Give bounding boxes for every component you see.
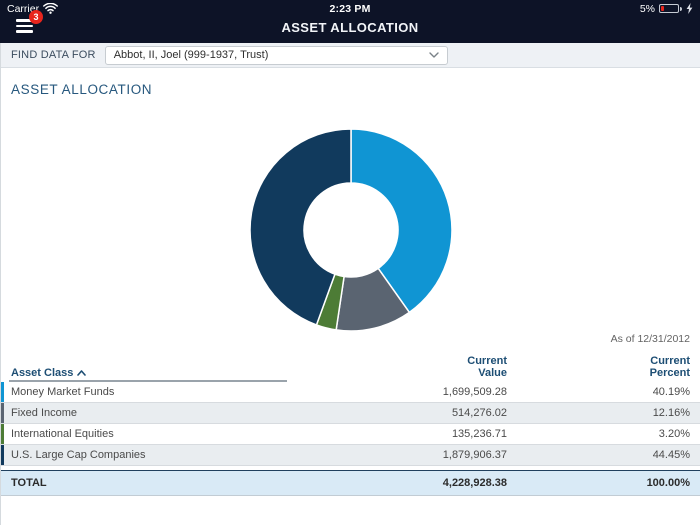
- navigation-bar: Carrier 2:23 PM 5%: [0, 0, 700, 43]
- content-area: FIND DATA FOR Abbot, II, Joel (999-1937,…: [0, 43, 700, 525]
- as-of-date: As of 12/31/2012: [1, 332, 700, 348]
- donut-chart-svg: [1, 98, 700, 332]
- chevron-down-icon: [429, 52, 439, 58]
- asset-class-header-label: Asset Class: [11, 367, 73, 379]
- current-percent-cell: 3.20%: [517, 428, 700, 440]
- status-bar: Carrier 2:23 PM 5%: [0, 0, 700, 16]
- find-data-label: FIND DATA FOR: [11, 49, 96, 61]
- account-select-value: Abbot, II, Joel (999-1937, Trust): [114, 49, 269, 61]
- current-percent-cell: 40.19%: [517, 386, 700, 398]
- charging-bolt-icon: [686, 3, 693, 14]
- asset-class-cell: U.S. Large Cap Companies: [1, 449, 327, 461]
- column-header-current-value[interactable]: Current Value: [327, 355, 517, 379]
- table-total-row: TOTAL 4,228,928.38 100.00%: [1, 470, 700, 496]
- table-row-money-market-funds[interactable]: Money Market Funds 1,699,509.28 40.19%: [1, 382, 700, 403]
- asset-class-cell: Money Market Funds: [1, 386, 327, 398]
- asset-allocation-screen: Carrier 2:23 PM 5%: [0, 0, 700, 525]
- segment-color-bar: [1, 445, 4, 465]
- table-header-row: Asset Class Current Value Current Percen…: [1, 348, 700, 382]
- current-percent-cell: 12.16%: [517, 407, 700, 419]
- current-value-cell: 1,879,906.37: [327, 449, 517, 461]
- current-percent-cell: 44.45%: [517, 449, 700, 461]
- table-row-us-large-cap-companies[interactable]: U.S. Large Cap Companies 1,879,906.37 44…: [1, 445, 700, 466]
- total-value: 4,228,928.38: [327, 477, 517, 489]
- current-value-cell: 1,699,509.28: [327, 386, 517, 398]
- current-value-cell: 135,236.71: [327, 428, 517, 440]
- donut-chart: [1, 98, 700, 332]
- asset-class-cell: Fixed Income: [1, 407, 327, 419]
- column-header-asset-class[interactable]: Asset Class: [1, 367, 327, 379]
- battery-icon: [659, 4, 682, 13]
- title-bar: 3 ASSET ALLOCATION: [0, 16, 700, 43]
- asset-allocation-table: Asset Class Current Value Current Percen…: [1, 348, 700, 496]
- find-data-bar: FIND DATA FOR Abbot, II, Joel (999-1937,…: [1, 43, 700, 68]
- segment-color-bar: [1, 382, 4, 402]
- segment-color-bar: [1, 403, 4, 423]
- battery-percent-label: 5%: [640, 3, 655, 15]
- notification-badge: 3: [29, 10, 43, 24]
- page-title: ASSET ALLOCATION: [0, 16, 700, 40]
- menu-button[interactable]: 3: [16, 19, 34, 34]
- wifi-icon: [43, 3, 58, 14]
- account-select[interactable]: Abbot, II, Joel (999-1937, Trust): [105, 46, 448, 65]
- segment-color-bar: [1, 424, 4, 444]
- column-header-current-percent[interactable]: Current Percent: [517, 355, 700, 379]
- asset-class-cell: International Equities: [1, 428, 327, 440]
- total-label: TOTAL: [1, 477, 327, 489]
- current-value-cell: 514,276.02: [327, 407, 517, 419]
- table-row-fixed-income[interactable]: Fixed Income 514,276.02 12.16%: [1, 403, 700, 424]
- sort-ascending-icon: [77, 370, 86, 376]
- clock: 2:23 PM: [329, 3, 370, 15]
- table-row-international-equities[interactable]: International Equities 135,236.71 3.20%: [1, 424, 700, 445]
- section-heading: ASSET ALLOCATION: [1, 68, 700, 98]
- total-percent: 100.00%: [517, 477, 700, 489]
